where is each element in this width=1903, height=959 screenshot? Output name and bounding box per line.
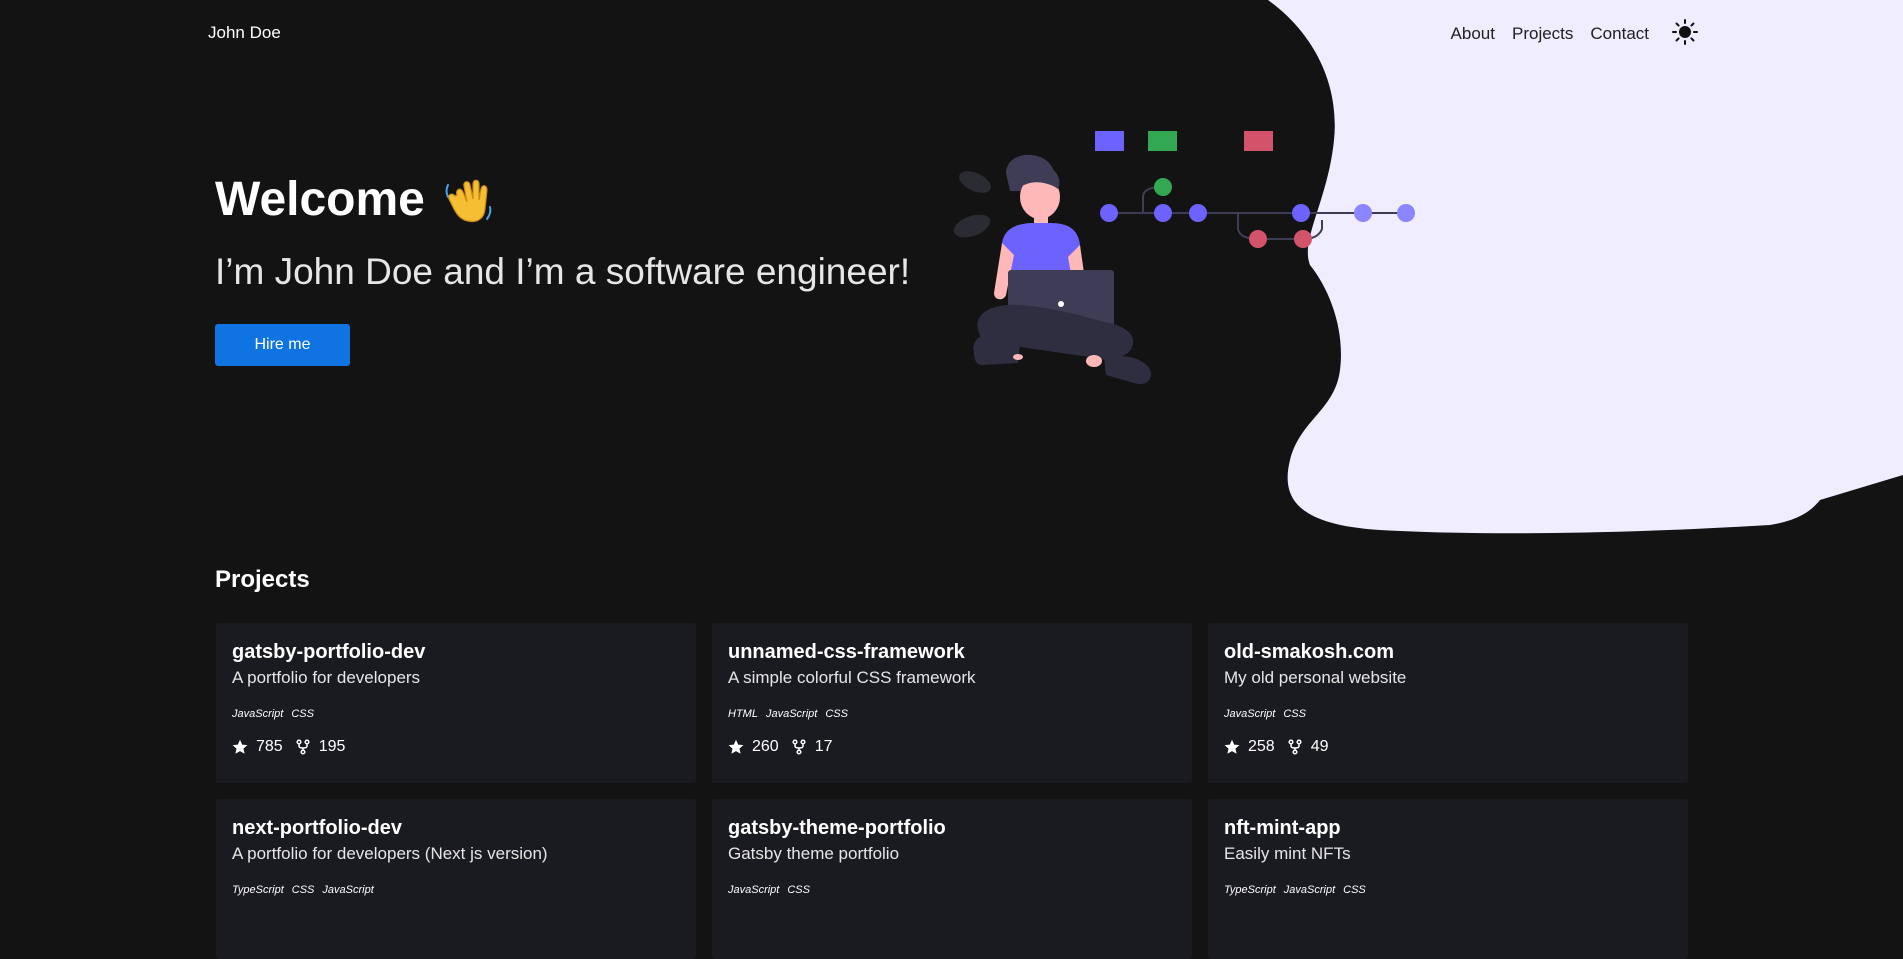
project-card[interactable]: gatsby-theme-portfolio Gatsby theme port… — [712, 799, 1192, 959]
project-description: A simple colorful CSS framework — [728, 668, 976, 687]
projects-grid: gatsby-portfolio-dev A portfolio for dev… — [216, 623, 1688, 959]
language-tag: JavaScript — [322, 884, 374, 896]
hire-me-button[interactable]: Hire me — [215, 324, 350, 366]
developer-illustration — [953, 131, 1415, 385]
brand-logo[interactable]: John Doe — [208, 23, 281, 43]
language-tag: JavaScript — [232, 708, 284, 720]
hero-subtitle: I’m John Doe and I’m a software engineer… — [215, 251, 911, 292]
project-name: nft-mint-app — [1224, 817, 1341, 839]
language-tag: JavaScript — [1224, 708, 1276, 720]
project-name: gatsby-portfolio-dev — [232, 641, 426, 663]
project-name: next-portfolio-dev — [232, 817, 402, 839]
language-tag: CSS — [825, 708, 848, 720]
star-icon — [1224, 739, 1240, 754]
project-card[interactable]: nft-mint-app Easily mint NFTs TypeScript… — [1208, 799, 1688, 959]
star-count: 258 — [1248, 738, 1275, 755]
nav-link-contact[interactable]: Contact — [1590, 24, 1649, 44]
hero-section: Welcome I’m John Doe and I’m a software … — [215, 172, 910, 366]
language-tag: TypeScript — [1224, 884, 1276, 896]
project-card[interactable]: old-smakosh.com My old personal website … — [1208, 623, 1688, 783]
project-languages: TypeScript CSS JavaScript — [232, 884, 680, 896]
project-description: Easily mint NFTs — [1224, 844, 1351, 863]
language-tag: CSS — [1283, 708, 1306, 720]
language-tag: HTML — [728, 708, 758, 720]
nav-link-about[interactable]: About — [1451, 24, 1495, 44]
language-tag: JavaScript — [728, 884, 780, 896]
project-stats: 258 49 — [1224, 738, 1672, 756]
language-tag: CSS — [291, 884, 315, 896]
language-tag: JavaScript — [1283, 884, 1336, 896]
language-tag: TypeScript — [232, 884, 284, 896]
star-count: 260 — [752, 738, 779, 755]
project-card[interactable]: next-portfolio-dev A portfolio for devel… — [216, 799, 696, 959]
fork-count: 49 — [1310, 738, 1329, 755]
star-icon — [728, 739, 744, 754]
project-languages: JavaScript CSS — [728, 884, 1176, 896]
fork-count: 17 — [814, 738, 833, 755]
fork-icon — [792, 739, 806, 755]
project-languages: JavaScript CSS — [232, 708, 680, 720]
waving-hand-icon — [445, 179, 492, 223]
project-card[interactable]: unnamed-css-framework A simple colorful … — [712, 623, 1192, 783]
project-stats: 785 195 — [232, 738, 680, 756]
sun-icon[interactable] — [1672, 19, 1698, 45]
fork-icon — [1288, 739, 1302, 755]
projects-heading: Projects — [215, 566, 310, 593]
hero-title-row: Welcome — [215, 172, 910, 228]
hero-title: Welcome — [215, 173, 425, 226]
project-description: A portfolio for developers (Next js vers… — [232, 844, 548, 863]
project-description: Gatsby theme portfolio — [728, 844, 900, 863]
top-navbar: John Doe About Projects Contact — [0, 0, 1903, 66]
fork-icon — [296, 739, 310, 755]
nav-link-projects[interactable]: Projects — [1512, 24, 1573, 44]
project-languages: JavaScript CSS — [1224, 708, 1672, 720]
language-tag: CSS — [787, 884, 810, 896]
project-name: gatsby-theme-portfolio — [728, 817, 946, 839]
project-card[interactable]: gatsby-portfolio-dev A portfolio for dev… — [216, 623, 696, 783]
language-tag: CSS — [291, 708, 314, 720]
nav-links: About Projects Contact — [1451, 19, 1698, 45]
project-description: My old personal website — [1224, 668, 1407, 687]
language-tag: JavaScript — [765, 708, 818, 720]
star-count: 785 — [256, 738, 283, 755]
fork-count: 195 — [318, 738, 346, 755]
language-tag: CSS — [1343, 884, 1366, 896]
project-name: old-smakosh.com — [1224, 641, 1395, 663]
project-description: A portfolio for developers — [232, 668, 421, 687]
project-languages: TypeScript JavaScript CSS — [1224, 884, 1672, 896]
project-languages: HTML JavaScript CSS — [728, 708, 1176, 720]
star-icon — [232, 739, 248, 754]
project-stats: 260 17 — [728, 738, 1176, 756]
project-name: unnamed-css-framework — [728, 641, 965, 663]
